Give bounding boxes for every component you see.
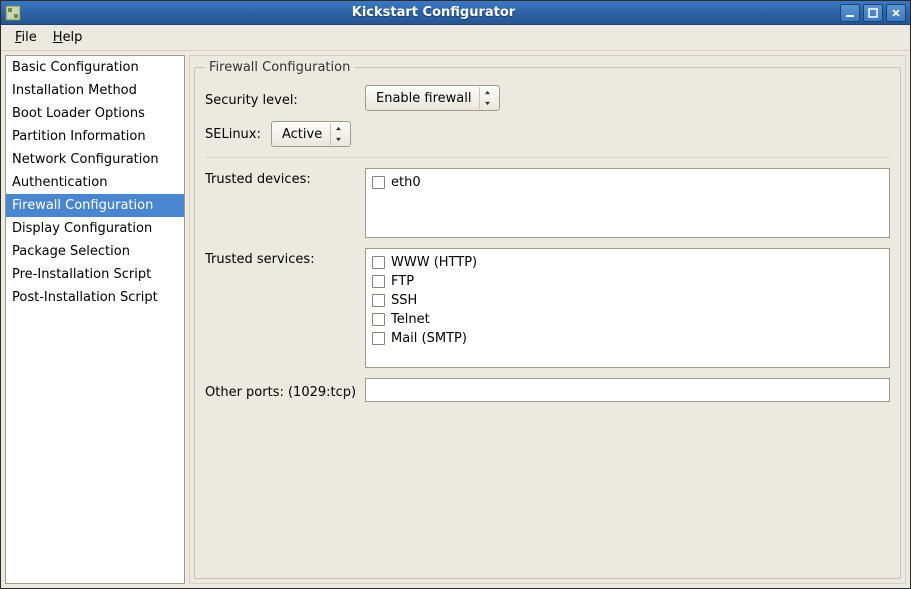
content: Basic Configuration Installation Method …: [1, 51, 910, 588]
selinux-combo[interactable]: Active: [271, 121, 351, 147]
checkbox-icon[interactable]: [372, 313, 385, 326]
checkbox-icon[interactable]: [372, 332, 385, 345]
checkbox-icon[interactable]: [372, 275, 385, 288]
trusted-service-label: FTP: [391, 274, 414, 289]
group-title: Firewall Configuration: [205, 60, 354, 75]
trusted-service-label: Telnet: [391, 312, 430, 327]
other-ports-label: Other ports: (1029:tcp): [205, 385, 356, 400]
trusted-service-row[interactable]: Mail (SMTP): [372, 329, 883, 348]
sidebar[interactable]: Basic Configuration Installation Method …: [5, 55, 185, 584]
selinux-value: Active: [282, 127, 322, 142]
maximize-button[interactable]: [863, 4, 883, 22]
sidebar-item-authentication[interactable]: Authentication: [6, 171, 184, 194]
titlebar[interactable]: Kickstart Configurator: [1, 1, 910, 25]
sidebar-item-partition-information[interactable]: Partition Information: [6, 125, 184, 148]
trusted-service-label: Mail (SMTP): [391, 331, 467, 346]
trusted-device-label: eth0: [391, 175, 421, 190]
window: Kickstart Configurator File Help Basic C…: [0, 0, 911, 589]
trusted-service-label: SSH: [391, 293, 417, 308]
trusted-service-label: WWW (HTTP): [391, 255, 477, 270]
sidebar-item-basic-configuration[interactable]: Basic Configuration: [6, 56, 184, 79]
trusted-service-row[interactable]: FTP: [372, 272, 883, 291]
other-ports-input[interactable]: [365, 378, 890, 402]
sidebar-item-display-configuration[interactable]: Display Configuration: [6, 217, 184, 240]
trusted-devices-label: Trusted devices:: [205, 172, 311, 187]
close-button[interactable]: [886, 4, 906, 22]
security-level-combo[interactable]: Enable firewall: [365, 85, 500, 111]
spinner-icon: [330, 123, 346, 145]
sidebar-item-pre-installation-script[interactable]: Pre-Installation Script: [6, 263, 184, 286]
trusted-service-row[interactable]: SSH: [372, 291, 883, 310]
spinner-icon: [479, 87, 495, 109]
sidebar-item-installation-method[interactable]: Installation Method: [6, 79, 184, 102]
window-title: Kickstart Configurator: [27, 5, 840, 20]
window-buttons: [840, 4, 906, 22]
menubar: File Help: [1, 25, 910, 51]
checkbox-icon[interactable]: [372, 176, 385, 189]
trusted-service-row[interactable]: WWW (HTTP): [372, 253, 883, 272]
sidebar-item-post-installation-script[interactable]: Post-Installation Script: [6, 286, 184, 309]
menu-help[interactable]: Help: [45, 28, 91, 47]
sidebar-item-boot-loader-options[interactable]: Boot Loader Options: [6, 102, 184, 125]
security-level-label: Security level:: [205, 93, 298, 108]
selinux-label: SELinux:: [205, 127, 261, 142]
security-level-value: Enable firewall: [376, 91, 471, 106]
firewall-group: Firewall Configuration Security level: E…: [194, 60, 901, 579]
trusted-devices-list[interactable]: eth0: [365, 168, 890, 238]
trusted-service-row[interactable]: Telnet: [372, 310, 883, 329]
checkbox-icon[interactable]: [372, 256, 385, 269]
main-panel: Firewall Configuration Security level: E…: [189, 55, 906, 584]
app-icon: [5, 5, 21, 21]
trusted-services-label: Trusted services:: [205, 252, 315, 267]
sidebar-item-network-configuration[interactable]: Network Configuration: [6, 148, 184, 171]
trusted-services-list[interactable]: WWW (HTTP) FTP SSH: [365, 248, 890, 368]
menu-file[interactable]: File: [7, 28, 45, 47]
checkbox-icon[interactable]: [372, 294, 385, 307]
minimize-button[interactable]: [840, 4, 860, 22]
trusted-device-row[interactable]: eth0: [372, 173, 883, 192]
sidebar-item-firewall-configuration[interactable]: Firewall Configuration: [6, 194, 184, 217]
sidebar-item-package-selection[interactable]: Package Selection: [6, 240, 184, 263]
